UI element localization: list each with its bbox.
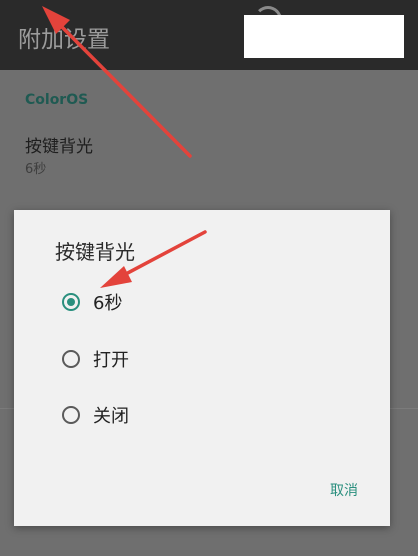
pref-key-backlight-summary: 6秒 [25, 162, 47, 177]
cancel-button[interactable]: 取消 [330, 480, 358, 500]
radio-unchecked-icon[interactable] [62, 350, 80, 368]
page-title: 附加设置 [18, 27, 110, 53]
option-label: 关闭 [93, 406, 129, 427]
pref-key-backlight-title[interactable]: 按键背光 [25, 132, 93, 157]
option-on[interactable]: 打开 [62, 344, 129, 374]
app-bar: 附加设置 [0, 0, 418, 70]
radio-checked-icon[interactable] [62, 293, 80, 311]
redacted-area [244, 15, 404, 58]
option-label: 6秒 [93, 293, 123, 314]
option-6s[interactable]: 6秒 [62, 287, 122, 317]
option-off[interactable]: 关闭 [62, 400, 129, 430]
radio-unchecked-icon[interactable] [62, 406, 80, 424]
section-header: ColorOS [25, 92, 89, 108]
backlight-dialog: 按键背光 6秒 打开 关闭 取消 [14, 210, 390, 526]
option-label: 打开 [93, 350, 129, 371]
dialog-title: 按键背光 [55, 240, 135, 264]
